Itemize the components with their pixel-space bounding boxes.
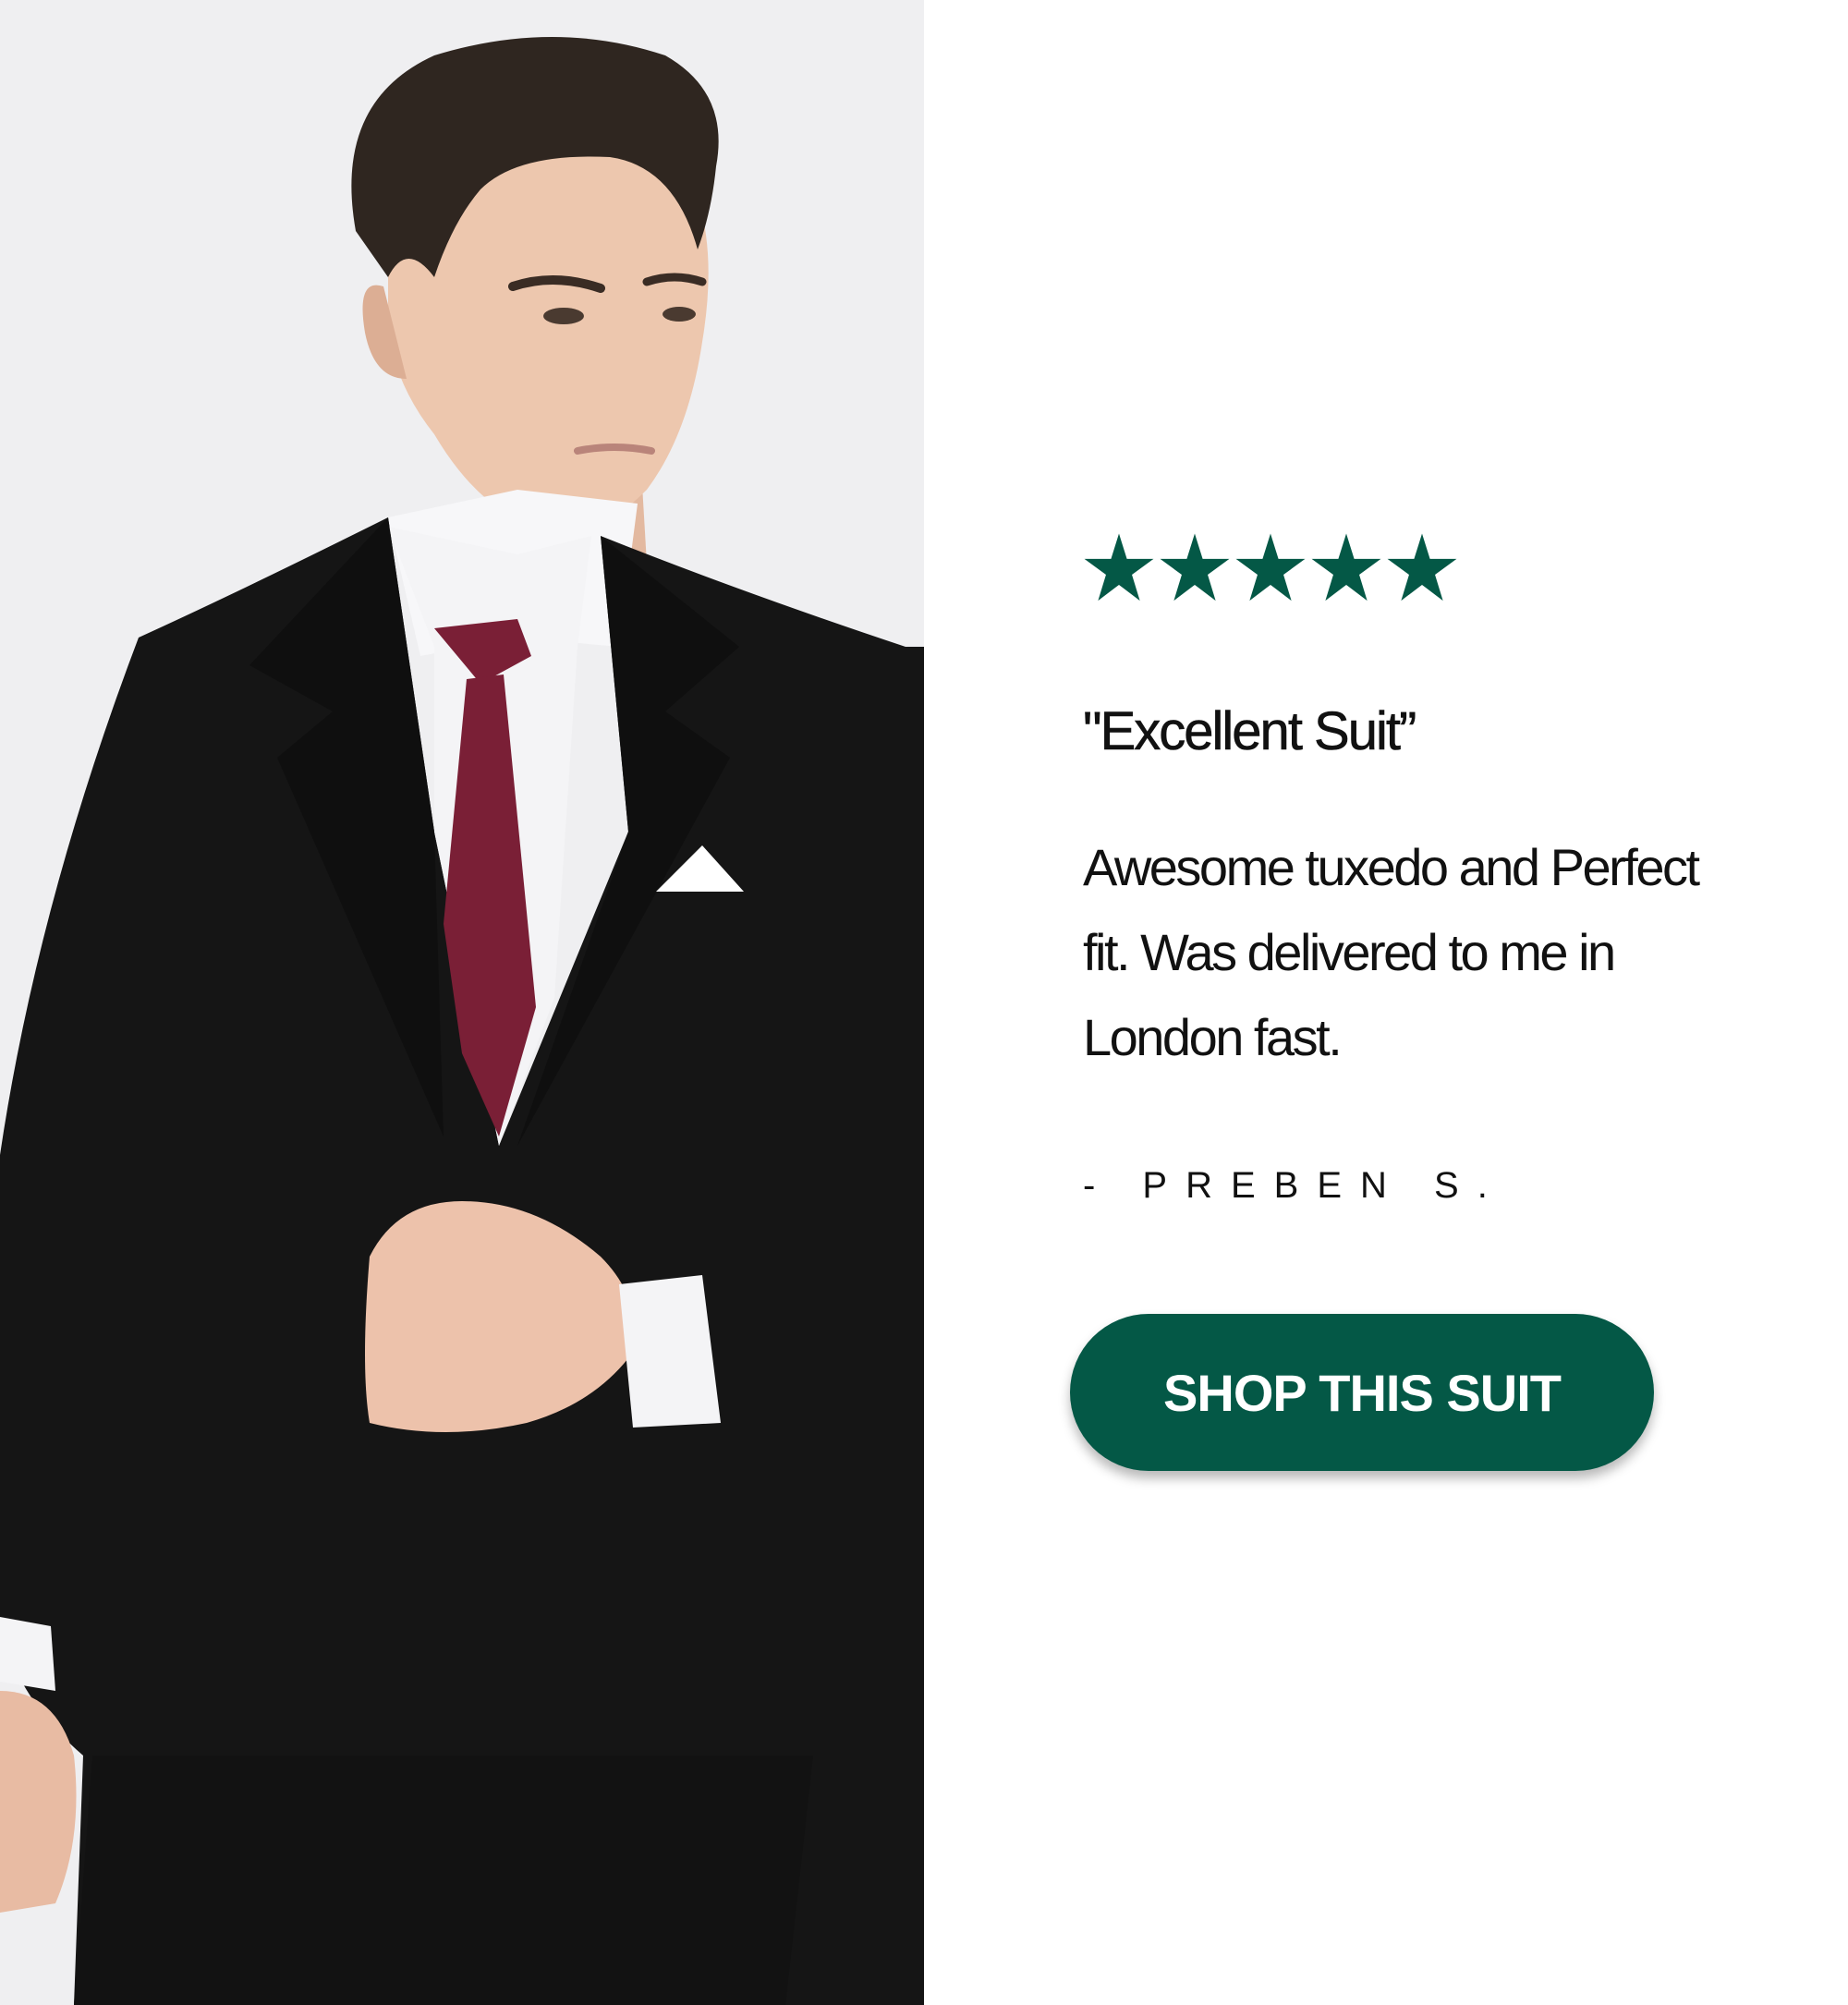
review-author: - PREBEN S. bbox=[1083, 1165, 1506, 1206]
star-icon bbox=[1083, 531, 1155, 605]
review-section: "Excellent Suit” Awesome tuxedo and Perf… bbox=[0, 0, 1848, 2005]
star-icon bbox=[1386, 531, 1458, 605]
star-icon bbox=[1159, 531, 1231, 605]
review-body: Awesome tuxedo and Perfect fit. Was deli… bbox=[1083, 838, 1700, 1066]
review-card: "Excellent Suit” Awesome tuxedo and Perf… bbox=[1083, 531, 1785, 1207]
star-icon bbox=[1310, 531, 1382, 605]
star-icon bbox=[1234, 531, 1307, 605]
star-rating bbox=[1083, 531, 1785, 607]
product-photo bbox=[0, 0, 924, 2005]
shop-this-suit-button[interactable]: SHOP THIS SUIT bbox=[1070, 1314, 1654, 1471]
review-title: "Excellent Suit” bbox=[1083, 701, 1417, 762]
